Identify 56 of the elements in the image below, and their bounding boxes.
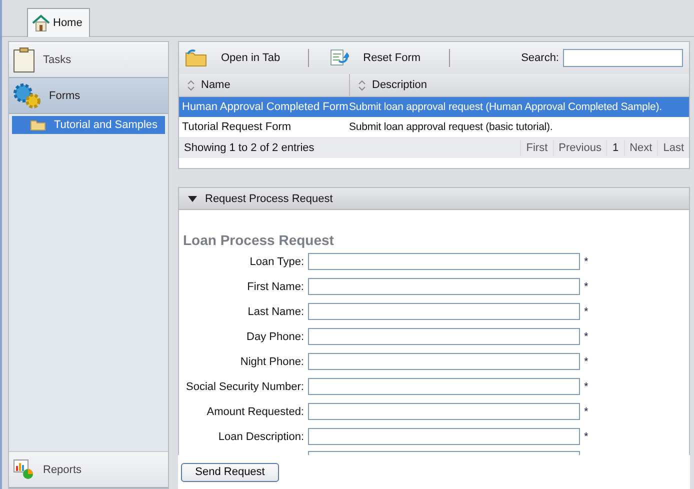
sidebar-section[interactable]: Forms (9, 78, 168, 114)
triangle-icon (188, 196, 197, 202)
input-field[interactable] (308, 253, 580, 270)
sort-icon (187, 80, 195, 90)
document-arrow-icon (329, 49, 350, 67)
field-label: Day Phone: (246, 330, 305, 342)
input-field[interactable] (308, 403, 580, 420)
pager-button[interactable]: First (520, 140, 553, 156)
pager-button[interactable]: 1 (606, 140, 624, 156)
search-label: Search: (521, 52, 559, 64)
pager-button[interactable]: Previous (552, 140, 606, 156)
pager-button[interactable]: Next (624, 140, 658, 156)
required-marker: * (584, 380, 588, 392)
input-field[interactable] (308, 303, 580, 320)
home-tab[interactable]: Home (27, 8, 90, 37)
field-label: Amount Requested: (206, 406, 305, 418)
pager-button[interactable]: Last (657, 140, 689, 156)
folder-icon (185, 49, 207, 67)
house-icon (32, 14, 50, 32)
required-marker: * (584, 280, 588, 292)
sidebar-section[interactable]: Tasks (9, 42, 168, 78)
form-heading: Loan Process Request (183, 232, 335, 248)
input-field[interactable] (308, 378, 580, 395)
toolbar-button[interactable]: Reset Form (329, 49, 427, 67)
chart-icon (13, 458, 35, 480)
sidebar-section[interactable]: Reports (9, 451, 168, 488)
input-field[interactable] (308, 278, 580, 295)
panel-header[interactable]: Request Process Request (179, 188, 689, 210)
table-row[interactable]: Human Approval Completed FormSubmit loan approval request (Human Approval Completed Sample). (179, 97, 689, 117)
toolbar-button[interactable]: Open in Tab (185, 49, 286, 67)
search-field[interactable] (563, 49, 683, 67)
required-marker: * (584, 406, 588, 418)
field-label: Night Phone: (239, 356, 305, 368)
send-request-button[interactable]: Send Request (181, 462, 279, 482)
clipboard-icon (13, 46, 35, 72)
required-marker: * (584, 306, 588, 318)
column-header[interactable]: Name (179, 74, 350, 96)
input-field[interactable] (308, 428, 580, 445)
required-marker: * (584, 356, 588, 368)
column-header[interactable]: Description (350, 74, 428, 96)
field-label: Last Name: (246, 306, 305, 318)
field-label: Loan Description: (217, 430, 305, 442)
sort-icon (358, 80, 366, 90)
required-marker: * (584, 330, 588, 342)
folder-icon (30, 119, 46, 131)
required-marker: * (584, 256, 588, 268)
field-label: Loan Type: (248, 256, 305, 268)
gears-icon (13, 82, 41, 108)
input-field[interactable] (308, 353, 580, 370)
required-marker: * (584, 430, 588, 442)
field-label: Social Security Number: (185, 380, 305, 392)
input-field[interactable] (308, 328, 580, 345)
entries-summary: Showing 1 to 2 of 2 entries (184, 142, 314, 154)
table-row[interactable]: Tutorial Request Form Submit loan approval request (basic tutorial). (179, 117, 689, 137)
tree-item[interactable]: Tutorial and Samples (12, 116, 165, 134)
field-label: First Name: (246, 280, 305, 292)
